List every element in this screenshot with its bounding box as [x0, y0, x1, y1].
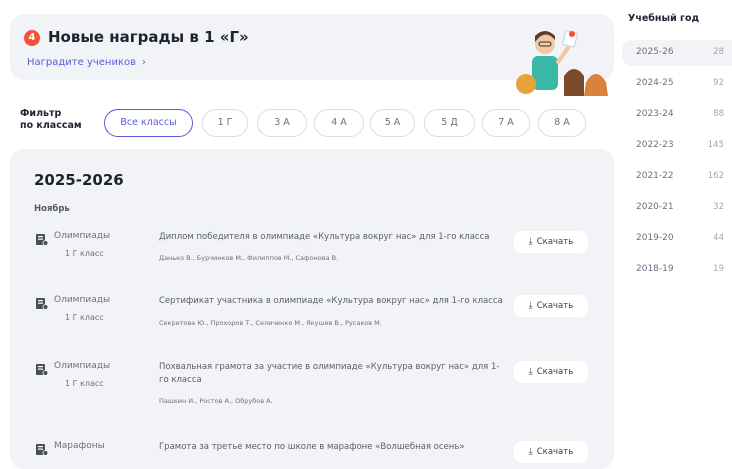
- new-awards-count-badge: 4: [24, 30, 40, 46]
- class-filter-label: Фильтр по классам: [20, 108, 82, 132]
- class-filter-label-line2: по классам: [20, 120, 82, 131]
- award-title: Грамота за третье место по школе в мараф…: [159, 442, 465, 452]
- award-category-icon: [36, 234, 48, 246]
- award-category: Марафоны: [54, 441, 105, 451]
- year-award-count: 32: [713, 202, 724, 212]
- award-category-icon: [36, 364, 48, 376]
- filter-class-7a[interactable]: 7 А: [482, 109, 530, 137]
- award-students-link-label: Наградите учеников: [27, 57, 137, 68]
- year-label: 2022-23: [636, 140, 674, 150]
- award-recipients: Пашкин И., Ростов А., Обрубов А.: [159, 397, 273, 405]
- year-label: 2018-19: [636, 264, 674, 274]
- filter-class-5a[interactable]: 5 А: [370, 109, 415, 137]
- chevron-right-icon: ›: [142, 57, 147, 68]
- download-icon: ⤓: [528, 237, 533, 247]
- filter-class-4a[interactable]: 4 А: [314, 109, 364, 137]
- year-label: 2020-21: [636, 202, 674, 212]
- award-class: 1 Г класс: [65, 379, 104, 388]
- award-recipients: Данько В., Бурчинков М., Филиппов М., Са…: [159, 254, 339, 262]
- filter-class-8a[interactable]: 8 А: [538, 109, 586, 137]
- new-awards-title: Новые награды в 1 «Г»: [48, 28, 249, 46]
- award-category: Олимпиады: [54, 361, 111, 371]
- award-category: Олимпиады: [54, 295, 111, 305]
- award-title: Диплом победителя в олимпиаде «Культура …: [159, 232, 490, 242]
- filter-class-5d[interactable]: 5 Д: [424, 109, 475, 137]
- year-award-count: 28: [713, 47, 724, 57]
- year-award-count: 44: [713, 233, 724, 243]
- download-icon: ⤓: [528, 301, 533, 311]
- download-button[interactable]: ⤓ Скачать: [514, 295, 588, 317]
- year-item-2020-21[interactable]: 2020-21 32: [622, 195, 732, 221]
- download-button-label: Скачать: [536, 367, 574, 377]
- year-award-count: 145: [707, 140, 724, 150]
- award-recipients: Секретова Ю., Прохоров Т., Селиченко М.,…: [159, 319, 382, 327]
- year-item-2018-19[interactable]: 2018-19 19: [622, 257, 732, 283]
- download-button-label: Скачать: [536, 447, 574, 457]
- new-awards-banner: 4 Новые награды в 1 «Г» Наградите ученик…: [10, 14, 614, 96]
- year-award-count: 19: [713, 264, 724, 274]
- year-item-2021-22[interactable]: 2021-22 162: [622, 164, 732, 190]
- download-button-label: Скачать: [536, 301, 574, 311]
- award-category-icon: [36, 298, 48, 310]
- award-title: Похвальная грамота за участие в олимпиад…: [159, 362, 500, 385]
- year-label: 2025-26: [636, 47, 674, 57]
- filter-class-3a[interactable]: 3 А: [257, 109, 307, 137]
- filter-all-classes[interactable]: Все классы: [104, 109, 193, 137]
- year-item-2024-25[interactable]: 2024-25 92: [622, 71, 732, 97]
- year-item-2022-23[interactable]: 2022-23 145: [622, 133, 732, 159]
- download-icon: ⤓: [528, 367, 533, 377]
- download-button[interactable]: ⤓ Скачать: [514, 231, 588, 253]
- year-award-count: 92: [713, 78, 724, 88]
- year-item-2023-24[interactable]: 2023-24 88: [622, 102, 732, 128]
- year-item-2025-26[interactable]: 2025-26 28: [622, 40, 732, 66]
- download-button-label: Скачать: [536, 237, 574, 247]
- year-label: 2019-20: [636, 233, 674, 243]
- year-award-count: 88: [713, 109, 724, 119]
- award-title: Сертификат участника в олимпиаде «Культу…: [159, 296, 503, 306]
- award-class: 1 Г класс: [65, 249, 104, 258]
- download-button[interactable]: ⤓ Скачать: [514, 361, 588, 383]
- teacher-students-illustration: [516, 30, 608, 96]
- awards-card: 2025-2026 Ноябрь Олимпиады 1 Г класс Дип…: [10, 149, 614, 469]
- school-year-heading: 2025-2026: [34, 171, 124, 189]
- class-filter-label-line1: Фильтр: [20, 108, 62, 119]
- month-heading: Ноябрь: [34, 204, 70, 214]
- year-award-count: 162: [707, 171, 724, 181]
- filter-class-1g[interactable]: 1 Г: [202, 109, 248, 137]
- year-label: 2023-24: [636, 109, 674, 119]
- year-label: 2021-22: [636, 171, 674, 181]
- award-category: Олимпиады: [54, 231, 111, 241]
- award-class: 1 Г класс: [65, 313, 104, 322]
- year-item-2019-20[interactable]: 2019-20 44: [622, 226, 732, 252]
- award-students-link[interactable]: Наградите учеников ›: [27, 57, 146, 68]
- award-category-icon: [36, 444, 48, 456]
- download-icon: ⤓: [528, 447, 533, 457]
- school-year-panel-title: Учебный год: [628, 13, 700, 24]
- year-label: 2024-25: [636, 78, 674, 88]
- download-button[interactable]: ⤓ Скачать: [514, 441, 588, 463]
